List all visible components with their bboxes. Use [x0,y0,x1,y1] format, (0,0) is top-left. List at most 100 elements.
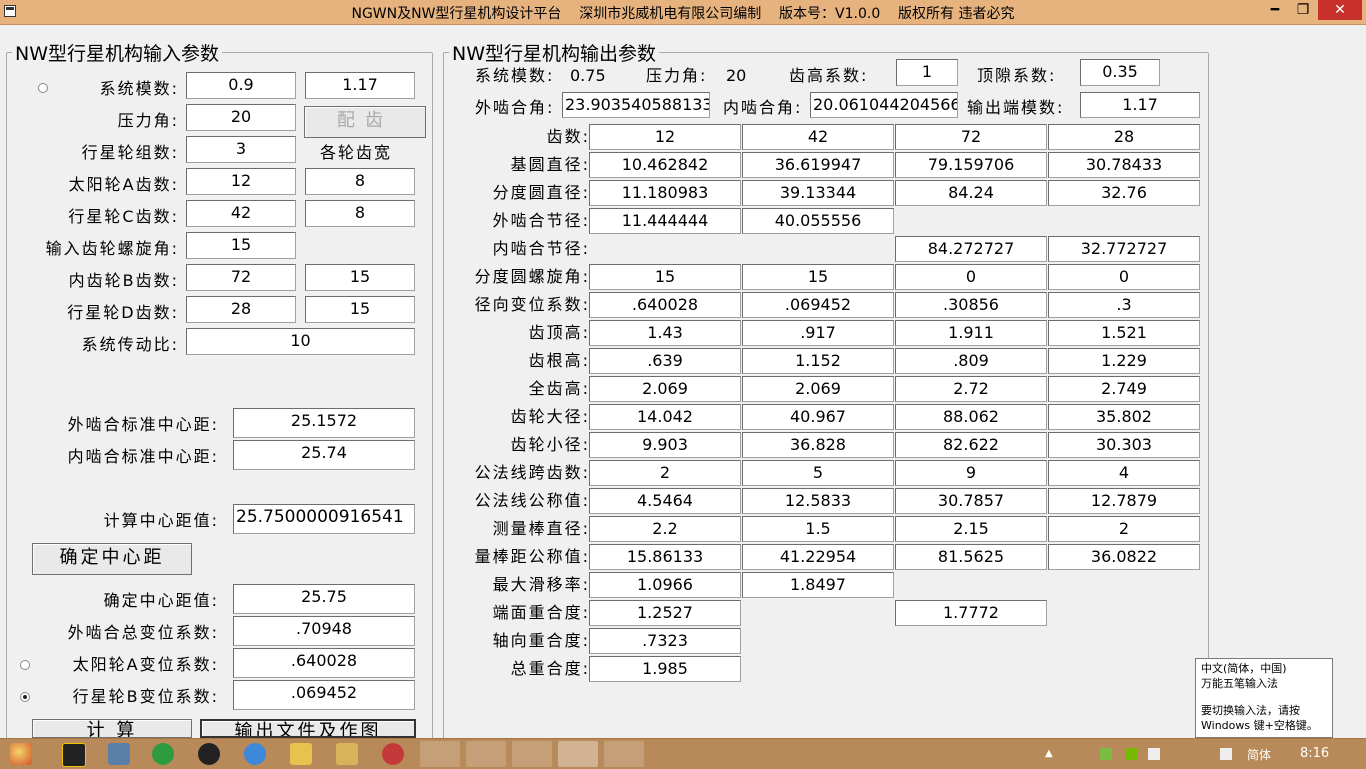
tray-nvidia-icon[interactable] [1125,748,1137,760]
output-cell[interactable]: 32.772727 [1048,236,1200,262]
output-cell[interactable]: .809 [895,348,1047,374]
int-angle-field[interactable]: 20.061044204566 [810,92,958,118]
close-button[interactable]: ✕ [1318,0,1362,20]
planetC-teeth-field[interactable]: 42 [186,200,296,227]
ext-center-field[interactable]: 25.1572 [233,408,415,438]
planetC-width-field[interactable]: 8 [305,200,415,227]
planetD-teeth-field[interactable]: 28 [186,296,296,323]
output-cell[interactable]: 36.828 [742,432,894,458]
total-shift-field[interactable]: .70948 [233,616,415,646]
output-cell[interactable]: 9.903 [589,432,741,458]
output-cell[interactable]: 9 [895,460,1047,486]
output-cell[interactable]: 81.5625 [895,544,1047,570]
qq-icon[interactable] [198,743,220,765]
output-cell[interactable]: .640028 [589,292,741,318]
ratio-field[interactable]: 10 [186,328,415,355]
tray-arrow-icon[interactable]: ▲ [1045,748,1057,760]
pressure-angle-field[interactable]: 20 [186,104,296,131]
ringB-width-field[interactable]: 15 [305,264,415,291]
output-cell[interactable]: 15 [742,264,894,290]
calc-center-field[interactable]: 25.7500000916541 [233,504,415,534]
tray-signal-icon[interactable] [1148,748,1160,760]
output-cell[interactable]: 14.042 [589,404,741,430]
output-cell[interactable]: 2.2 [589,516,741,542]
output-cell[interactable]: 39.13344 [742,180,894,206]
output-cell[interactable]: 0 [1048,264,1200,290]
tray-clock[interactable]: 8:16 [1300,746,1329,761]
output-cell[interactable]: 12 [589,124,741,150]
export-button[interactable]: 输出文件及作图 [200,719,416,738]
output-cell[interactable]: 32.76 [1048,180,1200,206]
output-cell[interactable]: .917 [742,320,894,346]
output-cell[interactable]: 72 [895,124,1047,150]
ext-angle-field[interactable]: 23.903540588133 [562,92,710,118]
match-teeth-button[interactable]: 配齿 [304,106,426,138]
output-cell[interactable]: 30.78433 [1048,152,1200,178]
modulus-field-a[interactable]: 0.9 [186,72,296,99]
sunA-shift-field[interactable]: .640028 [233,648,415,678]
addendum-coef-field[interactable]: 1 [896,59,958,86]
output-cell[interactable]: 1.0966 [589,572,741,598]
planetB-shift-radio[interactable] [20,692,30,702]
output-cell[interactable]: 15.86133 [589,544,741,570]
minimize-button[interactable]: ━ [1262,0,1288,20]
output-cell[interactable]: 40.967 [742,404,894,430]
output-cell[interactable]: 12.5833 [742,488,894,514]
planetD-width-field[interactable]: 15 [305,296,415,323]
output-cell[interactable]: 1.521 [1048,320,1200,346]
output-cell[interactable]: 2 [1048,516,1200,542]
taskbar-word[interactable] [512,741,552,767]
output-cell[interactable]: 2.15 [895,516,1047,542]
output-cell[interactable]: 1.8497 [742,572,894,598]
output-cell[interactable]: 1.985 [589,656,741,682]
output-cell[interactable]: 40.055556 [742,208,894,234]
output-cell[interactable]: 1.5 [742,516,894,542]
output-cell[interactable]: 36.0822 [1048,544,1200,570]
tray-network-icon[interactable] [1100,748,1112,760]
folder-icon[interactable] [290,743,312,765]
taskbar-window-1[interactable] [420,741,460,767]
output-cell[interactable]: 11.444444 [589,208,741,234]
output-cell[interactable]: .3 [1048,292,1200,318]
output-cell[interactable]: 30.303 [1048,432,1200,458]
helix-angle-field[interactable]: 15 [186,232,296,259]
output-cell[interactable]: 84.24 [895,180,1047,206]
output-cell[interactable]: .639 [589,348,741,374]
maximize-button[interactable]: ❐ [1290,0,1316,20]
output-cell[interactable]: 1.2527 [589,600,741,626]
output-cell[interactable]: .7323 [589,628,741,654]
modulus-field-b[interactable]: 1.17 [305,72,415,99]
tray-volume-icon[interactable] [1220,748,1232,760]
tray-ime[interactable]: 简体 [1247,746,1271,763]
output-cell[interactable]: 28 [1048,124,1200,150]
output-cell[interactable]: 84.272727 [895,236,1047,262]
sun-width-field[interactable]: 8 [305,168,415,195]
start-icon[interactable] [10,743,32,765]
output-cell[interactable]: 1.152 [742,348,894,374]
ie-icon[interactable] [244,743,266,765]
output-cell[interactable]: 5 [742,460,894,486]
sun-teeth-field[interactable]: 12 [186,168,296,195]
output-cell[interactable]: 2.069 [589,376,741,402]
browser-icon[interactable] [152,743,174,765]
taskbar-window-2[interactable] [466,741,506,767]
output-cell[interactable]: 2.72 [895,376,1047,402]
output-cell[interactable]: 1.7772 [895,600,1047,626]
output-cell[interactable]: 15 [589,264,741,290]
output-cell[interactable]: 1.43 [589,320,741,346]
ringB-teeth-field[interactable]: 72 [186,264,296,291]
output-cell[interactable]: 2 [589,460,741,486]
calculate-button[interactable]: 计 算 [32,719,192,738]
output-cell[interactable]: 82.622 [895,432,1047,458]
output-cell[interactable]: 1.229 [1048,348,1200,374]
calculator-icon[interactable] [108,743,130,765]
output-cell[interactable]: 4.5464 [589,488,741,514]
media-icon[interactable] [382,743,404,765]
planet-groups-field[interactable]: 3 [186,136,296,163]
output-cell[interactable]: .30856 [895,292,1047,318]
output-cell[interactable]: 11.180983 [589,180,741,206]
final-center-field[interactable]: 25.75 [233,584,415,614]
output-cell[interactable]: .069452 [742,292,894,318]
output-cell[interactable]: 0 [895,264,1047,290]
output-cell[interactable]: 35.802 [1048,404,1200,430]
